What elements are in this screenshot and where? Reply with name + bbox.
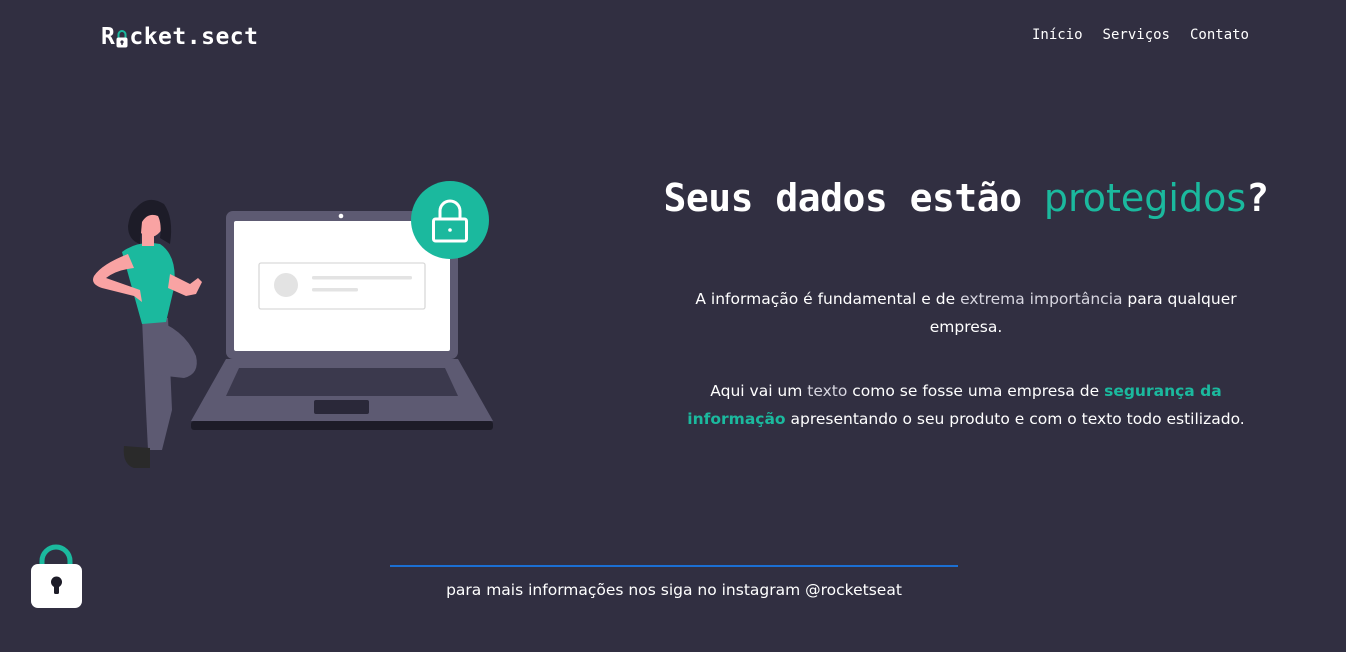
hero-paragraph-2: Aqui vai um texto como se fosse uma empr… — [660, 377, 1272, 433]
logo[interactable]: R cket.sect — [101, 24, 258, 50]
p2-part-e: apresentando o seu produto e com o texto… — [785, 410, 1245, 428]
p2-part-c: como se fosse uma empresa de — [847, 382, 1105, 400]
landing-page: R cket.sect Início Serviços Contato Seus… — [0, 0, 1346, 652]
footer-divider — [390, 565, 958, 567]
nav-servicos[interactable]: Serviços — [1103, 27, 1170, 43]
hero-title: Seus dados estão protegidos? — [660, 176, 1272, 220]
hero-title-accent: protegidos — [1043, 176, 1247, 220]
hero-title-end: ? — [1246, 176, 1269, 220]
footer-text: para mais informações nos siga no instag… — [446, 581, 902, 599]
logo-suffix: cket.sect — [129, 24, 259, 50]
woman-illustration — [93, 199, 202, 468]
hero-paragraph-1: A informação é fundamental e de extrema … — [660, 285, 1272, 341]
p1-part-b: extrema importância — [960, 290, 1123, 308]
lock-icon[interactable] — [29, 544, 84, 610]
p2-part-b: texto — [807, 382, 848, 400]
nav-contato[interactable]: Contato — [1190, 27, 1249, 43]
lock-icon — [116, 30, 128, 48]
hero-title-main: Seus dados estão — [663, 176, 1044, 220]
security-illustration — [93, 181, 493, 468]
p1-part-a: A informação é fundamental e de — [695, 290, 961, 308]
hero-section: Seus dados estão protegidos? A informaçã… — [660, 176, 1272, 433]
lock-badge-icon — [411, 181, 489, 259]
main-nav: Início Serviços Contato — [1032, 27, 1249, 43]
p2-part-a: Aqui vai um — [710, 382, 808, 400]
logo-prefix: R — [101, 24, 116, 50]
nav-inicio[interactable]: Início — [1032, 27, 1083, 43]
